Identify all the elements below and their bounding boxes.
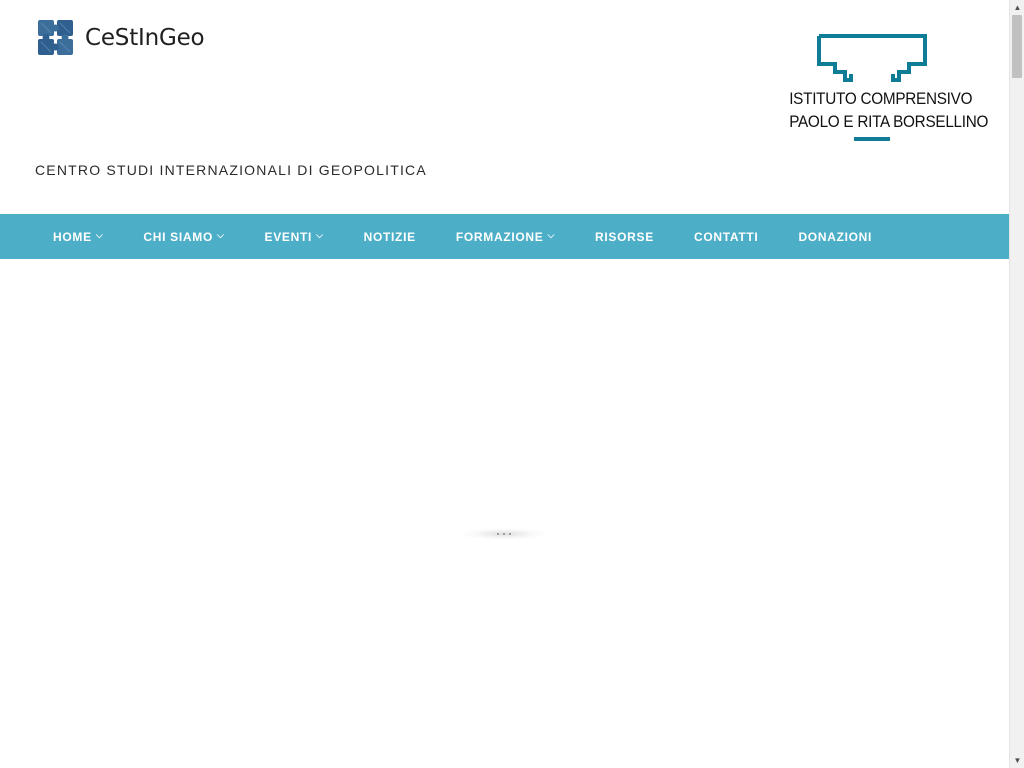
- chevron-down-icon: ⌵: [216, 230, 225, 240]
- loader-dot: [509, 533, 511, 535]
- nav-item-label: RISORSE: [595, 229, 654, 244]
- nav-item-formazione[interactable]: FORMAZIONE ⌵: [436, 214, 575, 259]
- main-navigation: HOME ⌵ CHI SIAMO ⌵ EVENTI ⌵ NOTIZIE FORM…: [0, 214, 1009, 259]
- nav-item-contatti[interactable]: CONTATTI: [674, 214, 778, 259]
- nav-item-label: CHI SIAMO: [143, 229, 213, 244]
- loader-dot: [503, 533, 505, 535]
- nav-item-label: FORMAZIONE: [455, 229, 544, 244]
- nav-item-notizie[interactable]: NOTIZIE: [344, 214, 436, 259]
- puzzle-logo-icon: [38, 20, 73, 55]
- nav-item-label: EVENTI: [264, 229, 313, 244]
- partner-name-line1: ISTITUTO COMPRENSIVO: [789, 89, 973, 108]
- chevron-down-icon: ⌵: [547, 230, 556, 240]
- vertical-scrollbar[interactable]: ▲ ▼: [1009, 0, 1024, 768]
- site-logo-link[interactable]: CeStInGeo: [36, 18, 205, 58]
- school-emblem-icon: [817, 34, 927, 82]
- page: CeStInGeo CENTRO STUDI INTERNAZIONALI DI…: [0, 0, 1009, 768]
- nav-item-donazioni[interactable]: DONAZIONI: [778, 214, 892, 259]
- site-tagline: CENTRO STUDI INTERNAZIONALI DI GEOPOLITI…: [35, 162, 427, 178]
- nav-item-label: HOME: [53, 229, 92, 244]
- partner-name-line2: PAOLO E RITA BORSELLINO: [789, 112, 989, 131]
- arrow-up-icon[interactable]: ▲: [1010, 0, 1024, 15]
- loader-dot: [497, 533, 499, 535]
- nav-item-risorse[interactable]: RISORSE: [575, 214, 674, 259]
- nav-item-label: NOTIZIE: [363, 229, 416, 244]
- partner-logo-link[interactable]: ISTITUTO COMPRENSIVO PAOLO E RITA BORSEL…: [780, 34, 989, 144]
- nav-item-eventi[interactable]: EVENTI ⌵: [245, 214, 344, 259]
- site-name: CeStInGeo: [85, 25, 205, 51]
- nav-item-label: CONTATTI: [693, 229, 759, 244]
- nav-item-label: DONAZIONI: [798, 229, 873, 244]
- chevron-down-icon: ⌵: [95, 230, 104, 240]
- partner-underline: [854, 137, 890, 141]
- loading-indicator: [462, 528, 546, 540]
- nav-item-chi-siamo[interactable]: CHI SIAMO ⌵: [123, 214, 244, 259]
- nav-item-home[interactable]: HOME ⌵: [33, 214, 123, 259]
- arrow-down-icon[interactable]: ▼: [1010, 753, 1024, 768]
- chevron-down-icon: ⌵: [316, 230, 324, 240]
- scrollbar-thumb[interactable]: [1012, 15, 1022, 78]
